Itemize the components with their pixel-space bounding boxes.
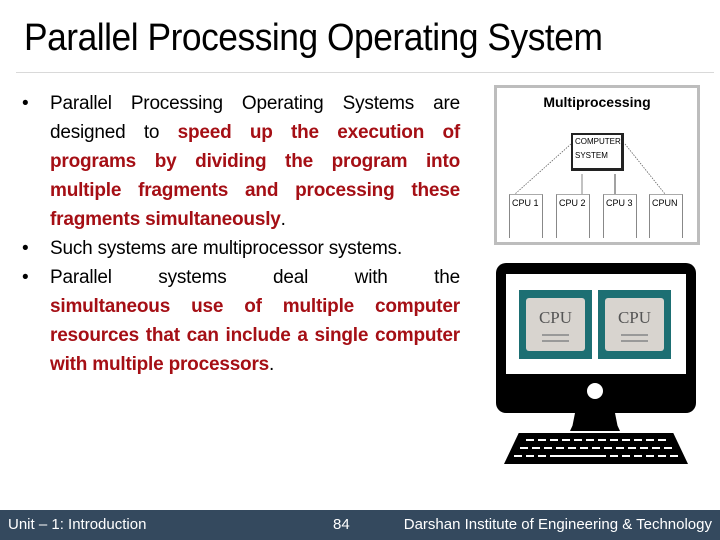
computer-system-label: COMPUTER (575, 137, 621, 146)
footer-unit: Unit – 1: Introduction (8, 516, 147, 533)
keyboard-key (538, 455, 546, 457)
bullet-text: Parallel Processing Operating Systems ar… (50, 93, 460, 230)
keyboard-key (574, 439, 582, 441)
chip-label: CPU (538, 308, 573, 327)
bullet-item: • Parallel Processing Operating Systems … (22, 89, 460, 234)
text-run: . (280, 209, 286, 230)
slide-title: Parallel Processing Operating System (24, 17, 603, 59)
bullet-list: • Parallel Processing Operating Systems … (22, 89, 460, 379)
text-run: Parallel systems deal with the (50, 267, 460, 288)
bullet-text: Such systems are multiprocessor systems. (50, 238, 403, 259)
keyboard-key (610, 439, 618, 441)
keyboard-key (526, 455, 534, 457)
computer-system-box: COMPUTER SYSTEM (571, 133, 624, 171)
keyboard-key (586, 439, 594, 441)
keyboard-key (610, 455, 618, 457)
keyboard-key (616, 447, 624, 449)
connector-cpun (624, 143, 666, 195)
footer-institute: Darshan Institute of Engineering & Techn… (403, 516, 712, 533)
keyboard-key (580, 447, 588, 449)
footer-bar: Unit – 1: Introduction 84 Darshan Instit… (0, 510, 720, 540)
keyboard-key (592, 447, 600, 449)
monitor-stand-icon (570, 413, 620, 431)
cpu-box: CPU 2 (556, 194, 590, 238)
bullet-marker: • (22, 93, 29, 114)
cpu-box: CPU 3 (603, 194, 637, 238)
monitor-screen: CPU CPU (506, 274, 686, 374)
bullet-marker: • (22, 267, 29, 288)
keyboard-key (652, 447, 660, 449)
chip-label: CPU (617, 308, 652, 327)
keyboard-key (574, 455, 586, 457)
keyboard-key (562, 455, 574, 457)
keyboard-key (658, 439, 666, 441)
keyboard-key (598, 439, 606, 441)
cpu-box: CPU 1 (509, 194, 543, 238)
keyboard-key (520, 447, 528, 449)
bullet-item: • Such systems are multiprocessor system… (22, 234, 460, 263)
title-divider (16, 72, 714, 73)
keyboard-key (622, 455, 630, 457)
power-button-icon (587, 383, 603, 399)
keyboard-key (622, 439, 630, 441)
bullet-item: • Parallel systems deal with the simulta… (22, 263, 460, 379)
diagram-title: Multiprocessing (543, 94, 651, 110)
cpu-chip-icon: CPU (519, 290, 592, 359)
keyboard-icon (504, 433, 688, 464)
keyboard-key (640, 447, 648, 449)
keyboard-key (556, 447, 564, 449)
computer-illustration: CPU CPU (496, 263, 696, 465)
keyboard-key (646, 455, 654, 457)
keyboard-key (532, 447, 540, 449)
keyboard-key (568, 447, 576, 449)
text-run: . (269, 354, 275, 375)
monitor-icon: CPU CPU (496, 263, 696, 413)
keyboard-key (586, 455, 598, 457)
cpu-box: CPUN (649, 194, 683, 238)
keyboard-key (526, 439, 534, 441)
computer-system-label: SYSTEM (575, 151, 608, 160)
connector-cpu1 (514, 143, 572, 195)
keyboard-key (562, 439, 570, 441)
keyboard-key (634, 455, 642, 457)
page-number: 84 (333, 516, 350, 533)
keyboard-key (634, 439, 642, 441)
cpu-chip-icon: CPU (598, 290, 671, 359)
multiprocessing-diagram: Multiprocessing COMPUTER SYSTEM CPU 1 CP… (494, 85, 700, 245)
bullet-marker: • (22, 238, 29, 259)
highlighted-text: simultaneous use of multiple computer re… (50, 296, 460, 375)
keyboard-key (628, 447, 636, 449)
keyboard-key (670, 455, 678, 457)
keyboard-key (538, 439, 546, 441)
keyboard-key (550, 439, 558, 441)
bullet-text: Parallel systems deal with the simultane… (50, 267, 460, 375)
keyboard-key (544, 447, 552, 449)
keyboard-key (604, 447, 612, 449)
keyboard-key (514, 455, 522, 457)
keyboard-key (646, 439, 654, 441)
keyboard-key (598, 455, 606, 457)
keyboard-key (664, 447, 672, 449)
keyboard-key (658, 455, 666, 457)
keyboard-key (550, 455, 562, 457)
